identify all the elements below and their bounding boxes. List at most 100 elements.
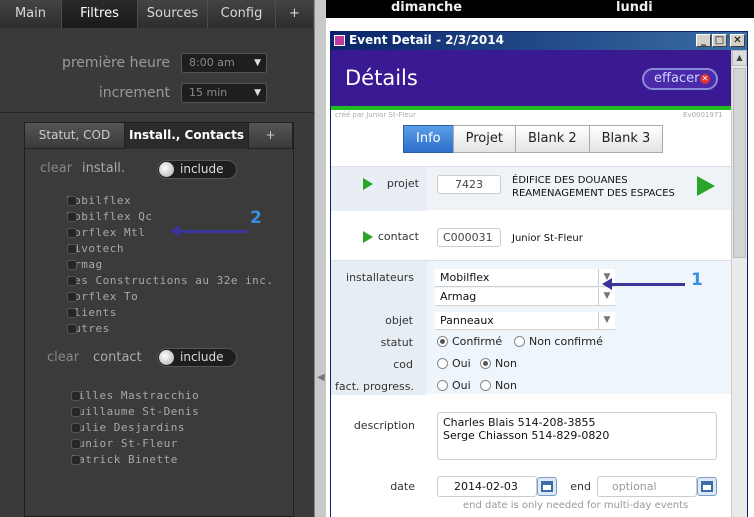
install-option[interactable]: Armag — [67, 257, 103, 272]
checkbox[interactable] — [67, 259, 77, 270]
tab-sources[interactable]: Sources — [138, 0, 208, 28]
radio-button[interactable] — [437, 336, 448, 347]
created-by: créé par Junior St-Fleur — [335, 111, 416, 119]
scroll-thumb[interactable] — [733, 68, 746, 258]
end-date-input[interactable]: optional — [597, 476, 697, 497]
description-textarea[interactable]: Charles Blais 514-208-3855 Serge Chiasso… — [437, 412, 717, 460]
contact-toggle-label: include — [180, 350, 224, 364]
contact-label: contact — [377, 230, 419, 243]
tab-config[interactable]: Config — [208, 0, 276, 28]
contact-clear-link[interactable]: clear — [47, 350, 79, 365]
checkbox[interactable] — [71, 390, 81, 401]
subtab-add[interactable]: + — [249, 123, 293, 149]
close-icon[interactable]: ✕ — [730, 34, 745, 47]
calendar-header: dimanche lundi — [326, 0, 754, 18]
increment-select[interactable]: 15 min ▼ — [181, 83, 267, 103]
installateur-select[interactable]: Armag ▼ — [435, 288, 615, 306]
scroll-up-icon[interactable]: ▲ — [732, 50, 747, 66]
screen: { "left_panel": { "tabs": [ {"label": "M… — [0, 0, 754, 517]
contact-option[interactable]: Junior St-Fleur — [71, 436, 178, 451]
contact-option[interactable]: Patrick Binette — [71, 452, 178, 467]
contact-include-toggle[interactable]: include — [157, 348, 237, 367]
play-icon[interactable] — [363, 178, 373, 190]
checkbox[interactable] — [67, 291, 77, 302]
radio-button[interactable] — [480, 358, 491, 369]
fact-non-radio[interactable]: Non — [480, 379, 517, 392]
clear-button[interactable]: effacer ✕ — [642, 68, 718, 90]
annotation-arrow-2 — [170, 225, 248, 237]
open-project-icon[interactable] — [697, 176, 715, 196]
install-include-toggle[interactable]: include — [157, 160, 237, 179]
fact-oui-radio[interactable]: Oui — [437, 379, 471, 392]
dialog-title: Event Detail - 2/3/2014 — [349, 33, 504, 47]
description-line: Charles Blais 514-208-3855 — [443, 416, 596, 429]
minimize-icon[interactable]: _ — [696, 34, 711, 47]
checkbox[interactable] — [67, 275, 77, 286]
install-option[interactable]: Mobilflex — [67, 193, 131, 208]
checkbox[interactable] — [71, 422, 81, 433]
cod-non-radio[interactable]: Non — [480, 357, 517, 370]
radio-label: Non — [495, 357, 517, 370]
install-clear-link[interactable]: clear — [40, 161, 72, 176]
event-detail-dialog: Event Detail - 2/3/2014 _ □ ✕ Détails ef… — [330, 31, 748, 517]
checkbox[interactable] — [67, 227, 77, 238]
radio-label: Non confirmé — [529, 335, 603, 348]
install-option[interactable]: Les Constructions au 32e inc. — [67, 273, 274, 288]
tab-blank-2[interactable]: Blank 2 — [514, 125, 590, 153]
checkbox[interactable] — [67, 307, 77, 318]
checkbox[interactable] — [67, 323, 77, 334]
install-option[interactable]: Autres — [67, 321, 110, 336]
increment-label: increment — [98, 85, 170, 101]
checkbox[interactable] — [71, 438, 81, 449]
tab-info[interactable]: Info — [403, 125, 454, 153]
projet-code-field[interactable]: 7423 — [437, 175, 501, 194]
objet-select[interactable]: Panneaux ▼ — [435, 312, 615, 330]
radio-button[interactable] — [480, 380, 491, 391]
install-option[interactable]: Mobilflex Qc — [67, 209, 152, 224]
panel-splitter[interactable]: ◀ — [314, 0, 326, 517]
objet-label: objet — [385, 314, 413, 327]
install-option[interactable]: Clients — [67, 305, 117, 320]
subtab-statut-cod[interactable]: Statut, COD — [25, 123, 125, 149]
install-option-label: Corflex Mtl — [67, 226, 146, 239]
checkbox[interactable] — [71, 454, 81, 465]
radio-button[interactable] — [514, 336, 525, 347]
date-input[interactable]: 2014-02-03 — [437, 476, 537, 497]
tab-projet[interactable]: Projet — [452, 125, 516, 153]
install-filter-label: install. — [82, 161, 126, 176]
install-option[interactable]: Corflex To — [67, 289, 138, 304]
checkbox[interactable] — [71, 406, 81, 417]
checkbox[interactable] — [67, 195, 77, 206]
install-option[interactable]: Pivotech — [67, 241, 124, 256]
calendar-icon[interactable] — [537, 477, 557, 496]
contact-option[interactable]: Gilles Mastracchio — [71, 388, 199, 403]
checkbox[interactable] — [67, 243, 77, 254]
play-icon[interactable] — [363, 231, 373, 243]
contact-option[interactable]: Guillaume St-Denis — [71, 404, 199, 419]
checkbox[interactable] — [67, 211, 77, 222]
radio-button[interactable] — [437, 358, 448, 369]
install-option[interactable]: Corflex Mtl — [67, 225, 145, 240]
tab-filtres[interactable]: Filtres — [62, 0, 138, 28]
maximize-icon[interactable]: □ — [712, 34, 727, 47]
subtab-install-contacts[interactable]: Install., Contacts — [125, 123, 249, 149]
contact-code-field[interactable]: C000031 — [437, 228, 501, 247]
dialog-scrollbar[interactable]: ▲ — [731, 50, 747, 517]
installateur-select[interactable]: Mobilflex ▼ — [435, 269, 615, 287]
radio-button[interactable] — [437, 380, 448, 391]
tab-add[interactable]: + — [276, 0, 314, 28]
annotation-number-2: 2 — [250, 208, 262, 228]
fact-progress-label: fact. progress. — [335, 380, 414, 393]
tab-blank-3[interactable]: Blank 3 — [588, 125, 664, 153]
statut-non-confirme-radio[interactable]: Non confirmé — [514, 335, 603, 348]
statut-confirme-radio[interactable]: Confirmé — [437, 335, 502, 348]
installateur-value: Mobilflex — [440, 271, 490, 284]
contact-option[interactable]: Julie Desjardins — [71, 420, 185, 435]
cod-oui-radio[interactable]: Oui — [437, 357, 471, 370]
install-option-label: Corflex To — [67, 290, 139, 303]
tab-main[interactable]: Main — [0, 0, 62, 28]
dialog-titlebar[interactable]: Event Detail - 2/3/2014 _ □ ✕ — [331, 32, 747, 50]
calendar-icon[interactable] — [697, 477, 717, 496]
first-hour-select[interactable]: 8:00 am ▼ — [181, 53, 267, 73]
installateur-value: Armag — [440, 290, 477, 303]
